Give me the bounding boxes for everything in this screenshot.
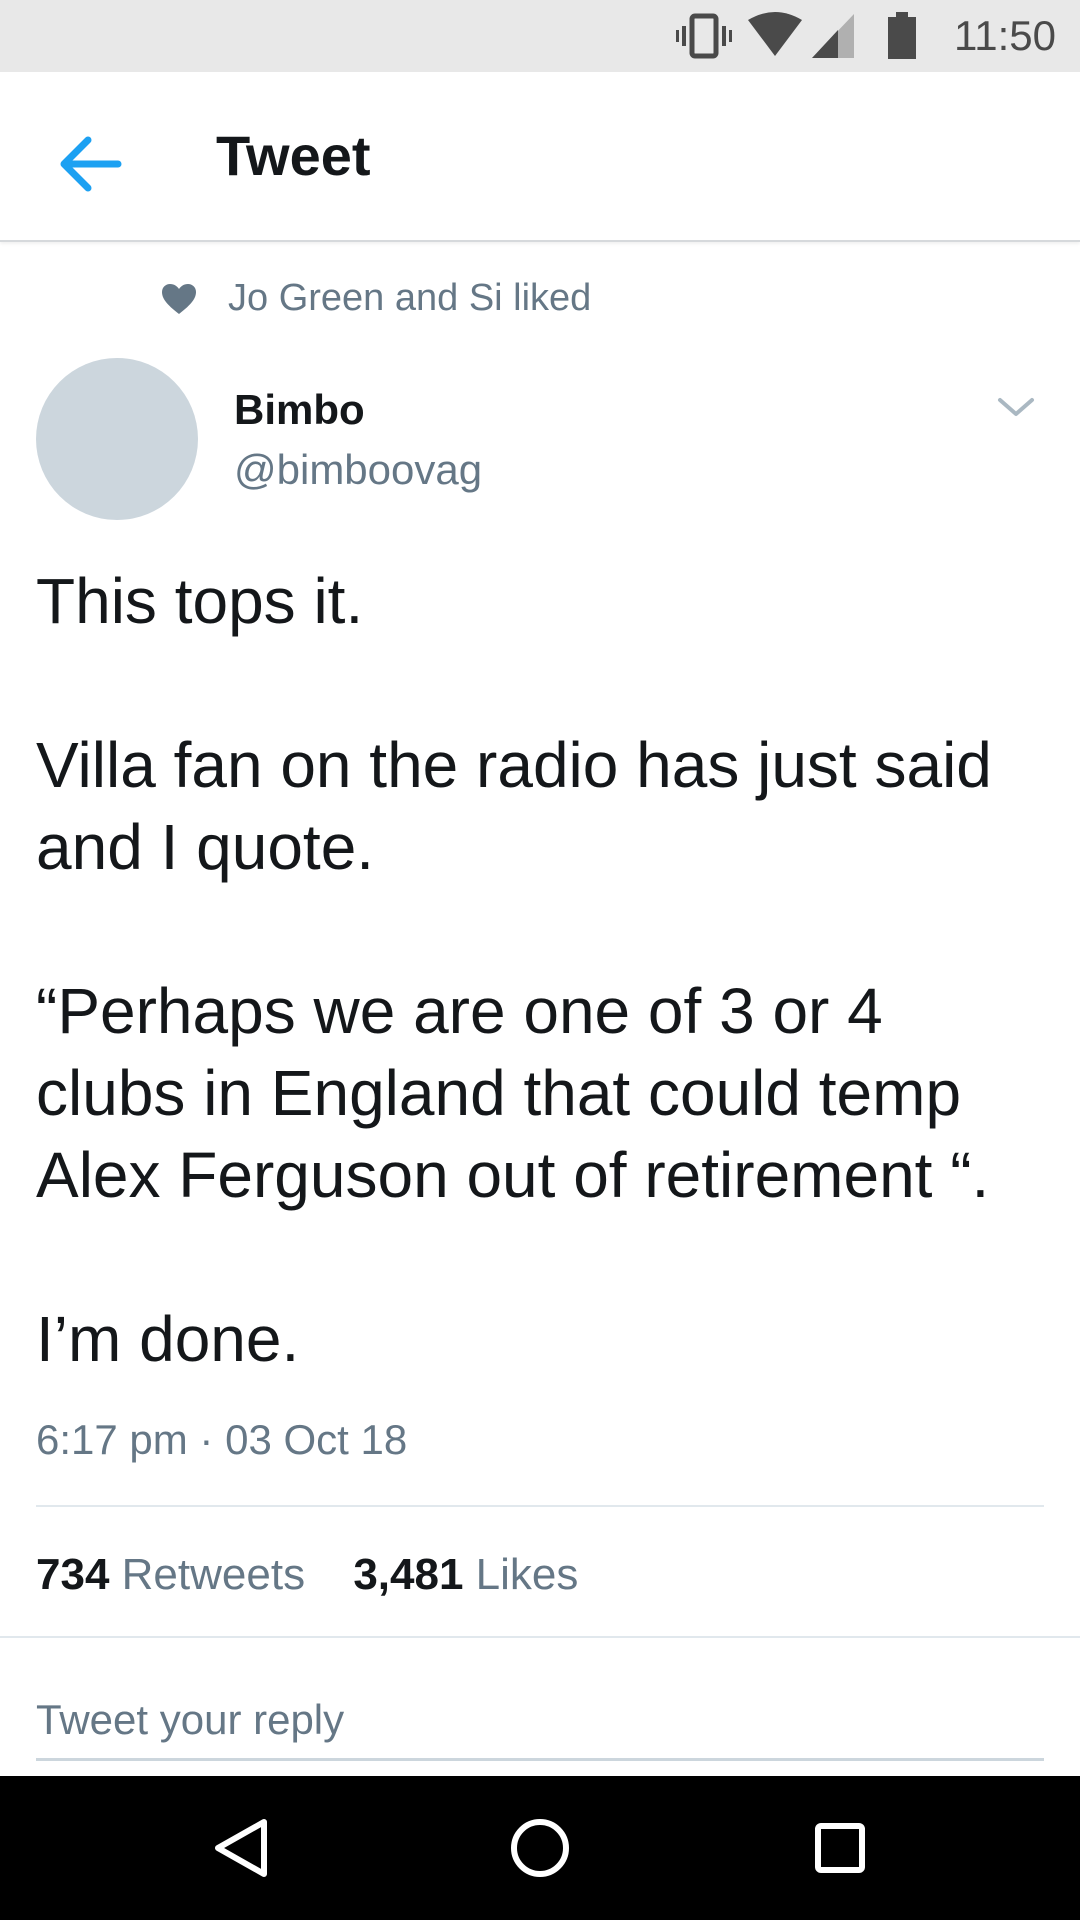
tweet-paragraph: Villa fan on the radio has just said and… bbox=[36, 729, 992, 883]
wifi-icon bbox=[746, 12, 804, 65]
tweet-text: This tops it. Villa fan on the radio has… bbox=[36, 560, 1046, 1380]
tweet-stats: 734 Retweets 3,481 Likes bbox=[36, 1548, 614, 1602]
author-name[interactable]: Bimbo bbox=[234, 384, 365, 436]
tweet-menu-button[interactable] bbox=[988, 380, 1044, 436]
arrow-left-icon bbox=[52, 136, 132, 208]
tweet-paragraph: This tops it. bbox=[36, 565, 364, 637]
nav-back-button[interactable] bbox=[204, 1812, 276, 1884]
tweet-timestamp: 6:17 pm · 03 Oct 18 bbox=[36, 1416, 408, 1463]
author-handle[interactable]: @bimboovag bbox=[234, 444, 482, 496]
signal-icon bbox=[810, 12, 858, 65]
social-context-text: Jo Green and Si liked bbox=[228, 277, 592, 319]
back-button[interactable] bbox=[52, 124, 132, 204]
likes-count: 3,481 bbox=[353, 1550, 464, 1599]
avatar[interactable] bbox=[36, 358, 198, 520]
app-bar: Tweet bbox=[0, 72, 1080, 242]
chevron-down-icon bbox=[988, 398, 1044, 440]
divider bbox=[0, 1636, 1080, 1638]
vibrate-icon bbox=[676, 12, 732, 65]
likes-label: Likes bbox=[475, 1550, 579, 1599]
status-time: 11:50 bbox=[954, 12, 1056, 59]
nav-recents-button[interactable] bbox=[804, 1812, 876, 1884]
navigation-bar bbox=[0, 1776, 1080, 1920]
retweets-stat[interactable]: 734 Retweets bbox=[36, 1548, 305, 1602]
reply-input[interactable] bbox=[36, 1682, 1044, 1761]
recents-square-icon bbox=[804, 1823, 876, 1888]
status-bar: 11:50 bbox=[0, 0, 1080, 72]
battery-icon bbox=[886, 12, 918, 65]
back-triangle-icon bbox=[204, 1819, 276, 1888]
page-title: Tweet bbox=[216, 124, 371, 187]
divider bbox=[36, 1505, 1044, 1507]
tweet-paragraph: I’m done. bbox=[36, 1303, 300, 1375]
nav-home-button[interactable] bbox=[504, 1812, 576, 1884]
retweets-label: Retweets bbox=[121, 1550, 306, 1599]
home-circle-icon bbox=[504, 1819, 576, 1888]
heart-icon bbox=[160, 282, 198, 321]
retweets-count: 734 bbox=[36, 1550, 110, 1599]
likes-stat[interactable]: 3,481 Likes bbox=[353, 1548, 578, 1602]
tweet-paragraph: “Perhaps we are one of 3 or 4 clubs in E… bbox=[36, 975, 990, 1211]
